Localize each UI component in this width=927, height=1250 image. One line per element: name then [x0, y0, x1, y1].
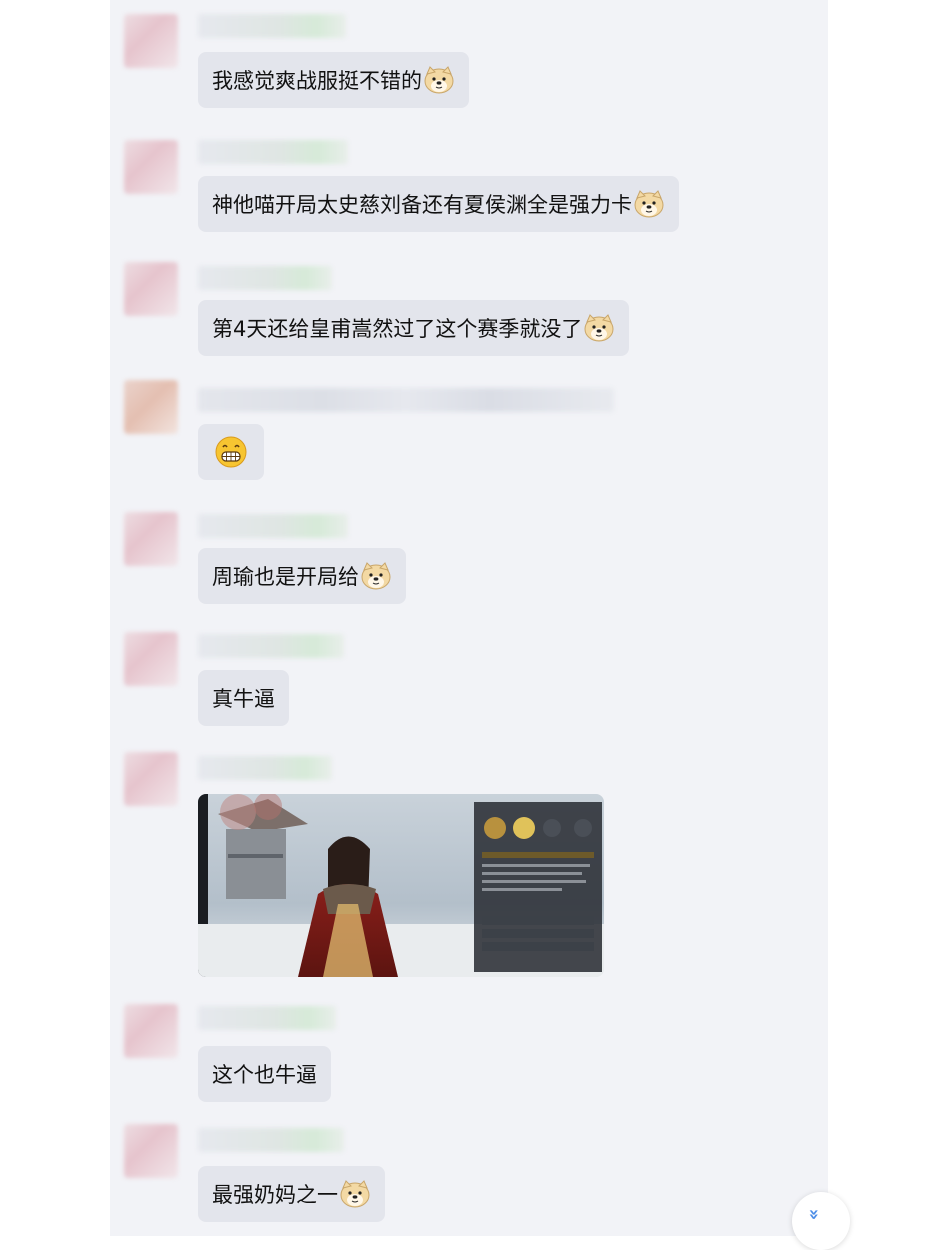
- sender-name-blurred: [198, 14, 346, 38]
- avatar[interactable]: [124, 14, 178, 68]
- message-bubble[interactable]: [198, 424, 264, 480]
- sender-name-blurred: [198, 514, 348, 538]
- sender-name-blurred: [198, 388, 614, 412]
- sender-name-blurred: [198, 1128, 344, 1152]
- sender-name-blurred: [198, 1006, 336, 1030]
- message-text: 神他喵开局太史慈刘备还有夏侯渊全是强力卡: [212, 193, 632, 217]
- message-bubble[interactable]: 我感觉爽战服挺不错的: [198, 52, 469, 108]
- doge-icon: [339, 1179, 371, 1209]
- message-bubble[interactable]: 这个也牛逼: [198, 1046, 331, 1102]
- message-text: 周瑜也是开局给: [212, 565, 359, 589]
- sender-name-blurred: [198, 266, 332, 290]
- message-bubble[interactable]: 最强奶妈之一: [198, 1166, 385, 1222]
- message-text: 真牛逼: [212, 687, 275, 711]
- sender-name-blurred: [198, 140, 348, 164]
- message-text: 第4天还给皇甫嵩然过了这个赛季就没了: [212, 317, 583, 341]
- avatar[interactable]: [124, 380, 178, 434]
- game-hero-screenshot: [198, 794, 604, 977]
- scroll-to-bottom-button[interactable]: »: [792, 1192, 850, 1250]
- doge-icon: [360, 561, 392, 591]
- doge-icon: [423, 65, 455, 95]
- double-chevron-down-icon: »: [803, 1208, 825, 1221]
- message-bubble[interactable]: 神他喵开局太史慈刘备还有夏侯渊全是强力卡: [198, 176, 679, 232]
- message-bubble[interactable]: 第4天还给皇甫嵩然过了这个赛季就没了: [198, 300, 630, 356]
- sender-name-blurred: [198, 634, 344, 658]
- image-message[interactable]: [198, 794, 604, 977]
- message-bubble[interactable]: 真牛逼: [198, 670, 289, 726]
- avatar[interactable]: [124, 1004, 178, 1058]
- message-bubble[interactable]: 周瑜也是开局给: [198, 548, 406, 604]
- doge-icon: [633, 189, 665, 219]
- message-text: 我感觉爽战服挺不错的: [212, 69, 422, 93]
- avatar[interactable]: [124, 140, 178, 194]
- doge-icon: [583, 313, 615, 343]
- message-text: 最强奶妈之一: [212, 1183, 338, 1207]
- avatar[interactable]: [124, 512, 178, 566]
- avatar[interactable]: [124, 752, 178, 806]
- message-text: 这个也牛逼: [212, 1063, 317, 1087]
- avatar[interactable]: [124, 262, 178, 316]
- grin-icon: [214, 435, 248, 469]
- chat-panel: 我感觉爽战服挺不错的 神他喵开局太史慈刘备还有夏侯渊全是强力卡 第4天还给皇甫嵩…: [110, 0, 828, 1236]
- avatar[interactable]: [124, 632, 178, 686]
- sender-name-blurred: [198, 756, 332, 780]
- avatar[interactable]: [124, 1124, 178, 1178]
